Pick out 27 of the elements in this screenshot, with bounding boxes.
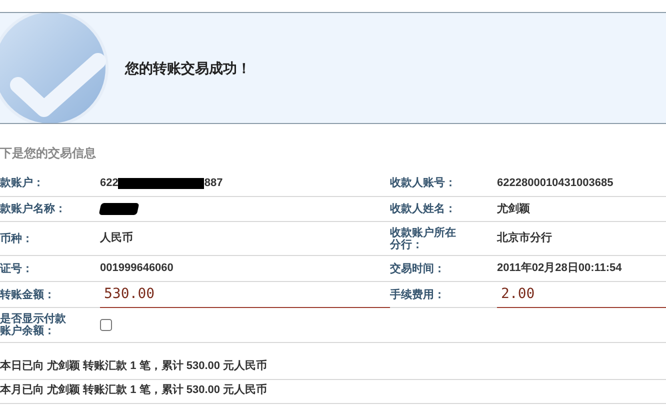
field-label: 收款人姓名： — [390, 203, 457, 215]
field-label: 是否显示付款账户余额： — [0, 313, 67, 337]
field-label: 转账金额： — [0, 288, 56, 300]
amount-value: 2.00 — [500, 285, 535, 304]
account-prefix: 622 — [100, 176, 118, 191]
field-value: 尤剑颖 — [497, 202, 530, 217]
summary-text: 本月已向 尤剑颖 转账汇款 1 笔，累计 530.00 元人民币 — [0, 382, 268, 398]
amount-value: 530.00 — [103, 285, 155, 304]
field-value: 北京市分行 — [497, 230, 552, 246]
field-value: 2011年02月28日00:11:54 — [497, 260, 622, 276]
field-label: 证号： — [0, 262, 34, 274]
field-value: 001999646060 — [100, 261, 174, 276]
field-value: 6222800010431003685 — [497, 176, 614, 191]
field-label: 手续费用： — [390, 288, 446, 300]
summary-text: 本日已向 尤剑颖 转账汇款 1 笔，累计 530.00 元人民币 — [0, 358, 268, 374]
field-label: 交易时间： — [390, 262, 446, 274]
field-value: 人民币 — [100, 230, 133, 246]
field-label: 款账户： — [0, 177, 45, 189]
section-title: 下是您的交易信息 — [0, 147, 96, 159]
banner-title: 您的转账交易成功！ — [125, 58, 251, 78]
field-label: 收款人账号： — [390, 177, 457, 189]
balance-checkbox[interactable] — [100, 319, 112, 331]
field-label: 款账户名称： — [0, 203, 67, 215]
field-label: 收款账户所在分行： — [390, 226, 457, 250]
field-label: 币种： — [0, 232, 34, 244]
account-suffix: 887 — [204, 176, 223, 191]
redaction-blot — [98, 203, 140, 215]
